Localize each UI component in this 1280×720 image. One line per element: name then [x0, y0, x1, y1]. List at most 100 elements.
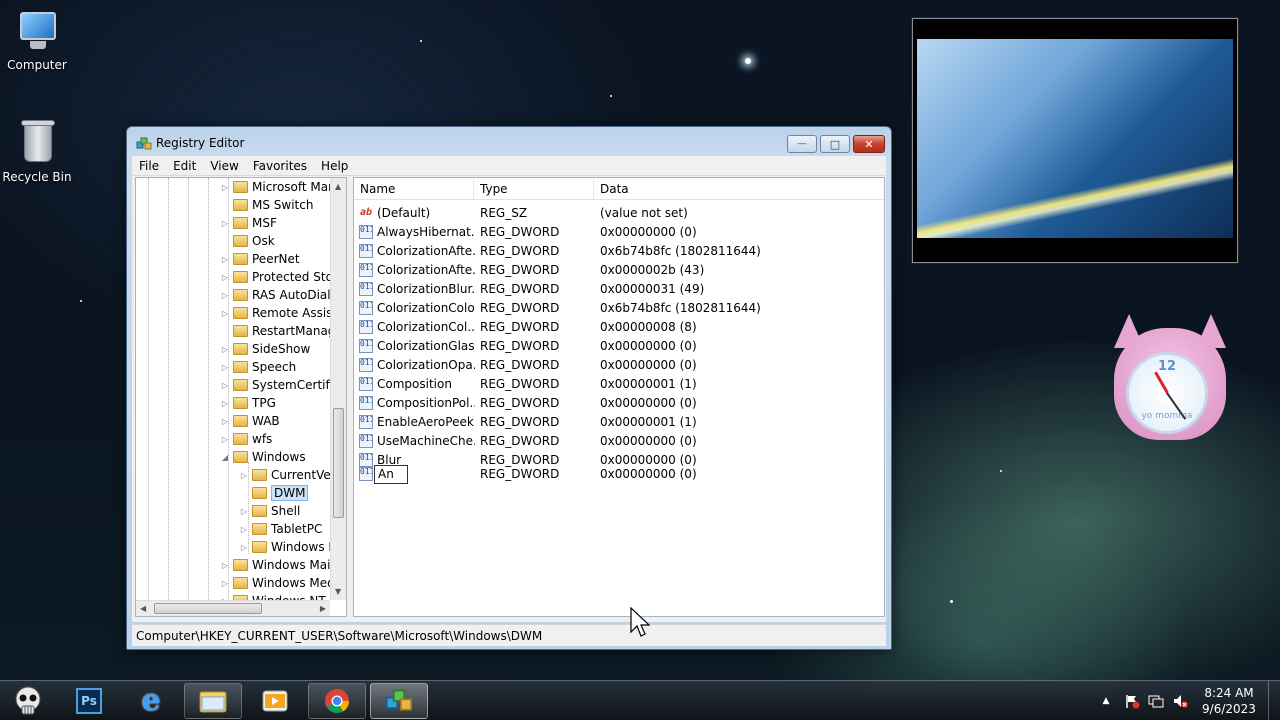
menu-favorites[interactable]: Favorites: [246, 159, 314, 173]
network-icon[interactable]: [1148, 693, 1164, 709]
expander-icon[interactable]: ▷: [220, 417, 230, 426]
tree-item[interactable]: Osk: [220, 232, 275, 250]
desktop-icon-computer[interactable]: Computer: [0, 8, 74, 72]
scroll-thumb[interactable]: [333, 408, 344, 518]
tree-item[interactable]: ▷ WAB: [220, 412, 280, 430]
start-button[interactable]: [2, 683, 54, 719]
expander-icon[interactable]: ▷: [220, 291, 230, 300]
menu-file[interactable]: File: [132, 159, 166, 173]
expander-icon[interactable]: ▷: [220, 561, 230, 570]
value-row[interactable]: 011 ColorizationCol... REG_DWORD 0x00000008…: [354, 318, 884, 337]
tree-item[interactable]: ▷ Windows Med: [220, 574, 335, 592]
taskbar-regedit[interactable]: [370, 683, 428, 719]
expander-icon[interactable]: ▷: [220, 183, 230, 192]
value-row[interactable]: 011 AlwaysHibernat... REG_DWORD 0x00000000 …: [354, 223, 884, 242]
close-button[interactable]: ✕: [853, 135, 885, 153]
scroll-up-icon[interactable]: ▲: [335, 182, 341, 191]
expander-icon[interactable]: ▷: [220, 219, 230, 228]
value-type: REG_DWORD: [480, 282, 560, 296]
tree-item[interactable]: ▷ wfs: [220, 430, 272, 448]
taskbar-file-explorer[interactable]: [184, 683, 242, 719]
minimize-button[interactable]: —: [787, 135, 817, 153]
tree-item[interactable]: RestartManag: [220, 322, 335, 340]
tree-item[interactable]: MS Switch: [220, 196, 313, 214]
expander-icon[interactable]: ▷: [220, 345, 230, 354]
volume-muted-icon[interactable]: [1172, 693, 1188, 709]
rename-input[interactable]: An: [374, 465, 408, 484]
menu-help[interactable]: Help: [314, 159, 355, 173]
clock-gadget[interactable]: 12 yo momma: [1108, 314, 1232, 444]
value-row[interactable]: 011 Composition REG_DWORD 0x00000001 (1): [354, 375, 884, 394]
menu-view[interactable]: View: [203, 159, 245, 173]
show-hidden-icons-button[interactable]: ▲: [1098, 693, 1114, 709]
expander-icon[interactable]: ▷: [220, 435, 230, 444]
values-list[interactable]: Name Type Data ab (Default) REG_SZ (value n…: [353, 177, 885, 617]
expander-icon[interactable]: ▷: [220, 309, 230, 318]
tree-item[interactable]: ▷ PeerNet: [220, 250, 300, 268]
tree-item[interactable]: ▷ Remote Assist: [220, 304, 337, 322]
tree-item[interactable]: ▷ Microsoft Mar: [220, 178, 333, 196]
mouse-cursor-icon: [630, 607, 650, 637]
value-row[interactable]: 011 ColorizationOpa... REG_DWORD 0x00000000…: [354, 356, 884, 375]
tree-item[interactable]: ▷ Windows Mail: [220, 556, 334, 574]
title-bar[interactable]: Registry Editor — □ ✕: [127, 127, 891, 157]
value-row[interactable]: 011 ColorizationBlur... REG_DWORD 0x0000003…: [354, 280, 884, 299]
expander-icon[interactable]: ▷: [220, 381, 230, 390]
tree-item[interactable]: ▷ SideShow: [220, 340, 310, 358]
tree-item[interactable]: ▷ Speech: [220, 358, 296, 376]
value-row[interactable]: 011 ColorizationAfte... REG_DWORD 0x6b74b8f…: [354, 242, 884, 261]
tree-item[interactable]: ▷ RAS AutoDial: [220, 286, 331, 304]
scroll-right-icon[interactable]: ▶: [320, 604, 326, 613]
value-row-editing[interactable]: 011 An REG_DWORD 0x00000000 (0): [354, 465, 884, 484]
tree-item[interactable]: ▷ MSF: [220, 214, 277, 232]
column-header-name[interactable]: Name: [354, 178, 474, 200]
tree-item[interactable]: ▷ Windows E: [239, 538, 336, 556]
expander-icon[interactable]: ▷: [220, 273, 230, 282]
expander-icon[interactable]: ▷: [220, 255, 230, 264]
show-desktop-button[interactable]: [1268, 681, 1280, 720]
key-tree[interactable]: ▷ Microsoft Mar MS Switch ▷ MSF Osk ▷ PeerNet ▷ P…: [135, 177, 347, 617]
taskbar-media-player[interactable]: [246, 683, 304, 719]
expander-icon[interactable]: ▷: [220, 579, 230, 588]
tree-horizontal-scrollbar[interactable]: ◀ ▶: [136, 600, 330, 616]
expander-icon[interactable]: ◢: [220, 453, 230, 462]
expander-icon[interactable]: ▷: [239, 507, 249, 516]
scroll-down-icon[interactable]: ▼: [335, 587, 341, 596]
value-row[interactable]: 011 ColorizationGlas... REG_DWORD 0x0000000…: [354, 337, 884, 356]
tree-item[interactable]: ▷ Shell: [239, 502, 300, 520]
tree-item[interactable]: DWM: [239, 484, 309, 502]
value-row[interactable]: 011 ColorizationColor REG_DWORD 0x6b74b8fc …: [354, 299, 884, 318]
menu-edit[interactable]: Edit: [166, 159, 203, 173]
value-row[interactable]: 011 EnableAeroPeek REG_DWORD 0x00000001 (1): [354, 413, 884, 432]
dword-value-icon: 011: [359, 320, 373, 334]
slideshow-gadget[interactable]: [912, 18, 1238, 263]
desktop-icon-recycle-bin[interactable]: Recycle Bin: [0, 120, 74, 184]
tree-item[interactable]: ▷ CurrentVer: [239, 466, 336, 484]
scroll-left-icon[interactable]: ◀: [140, 604, 146, 613]
value-row[interactable]: ab (Default) REG_SZ (value not set): [354, 204, 884, 223]
taskbar-chrome[interactable]: [308, 683, 366, 719]
expander-icon[interactable]: ▷: [239, 543, 249, 552]
tree-vertical-scrollbar[interactable]: ▲ ▼: [330, 178, 346, 600]
expander-icon[interactable]: ▷: [220, 399, 230, 408]
taskbar-clock[interactable]: 8:24 AM 9/6/2023: [1196, 685, 1262, 717]
taskbar-photoshop[interactable]: Ps: [60, 683, 118, 719]
maximize-button[interactable]: □: [820, 135, 850, 153]
tree-item[interactable]: ▷ TabletPC: [239, 520, 322, 538]
tree-item[interactable]: ▷ SystemCertific: [220, 376, 340, 394]
taskbar-internet-explorer[interactable]: e: [122, 683, 180, 719]
expander-icon[interactable]: ▷: [239, 525, 249, 534]
scroll-thumb[interactable]: [154, 603, 262, 614]
column-header-data[interactable]: Data: [594, 178, 884, 200]
tree-item[interactable]: ▷ Protected Stor: [220, 268, 338, 286]
value-row[interactable]: 011 UseMachineChe... REG_DWORD 0x00000000 (…: [354, 432, 884, 451]
expander-icon[interactable]: ▷: [239, 471, 249, 480]
registry-editor-window[interactable]: Registry Editor — □ ✕ File Edit View Fav…: [126, 126, 892, 650]
column-header-type[interactable]: Type: [474, 178, 594, 200]
value-row[interactable]: 011 ColorizationAfte... REG_DWORD 0x0000002…: [354, 261, 884, 280]
action-center-flag-icon[interactable]: [1124, 693, 1140, 709]
tree-item[interactable]: ◢ Windows: [220, 448, 306, 466]
expander-icon[interactable]: ▷: [220, 363, 230, 372]
value-row[interactable]: 011 CompositionPol... REG_DWORD 0x00000000 …: [354, 394, 884, 413]
tree-item[interactable]: ▷ TPG: [220, 394, 276, 412]
